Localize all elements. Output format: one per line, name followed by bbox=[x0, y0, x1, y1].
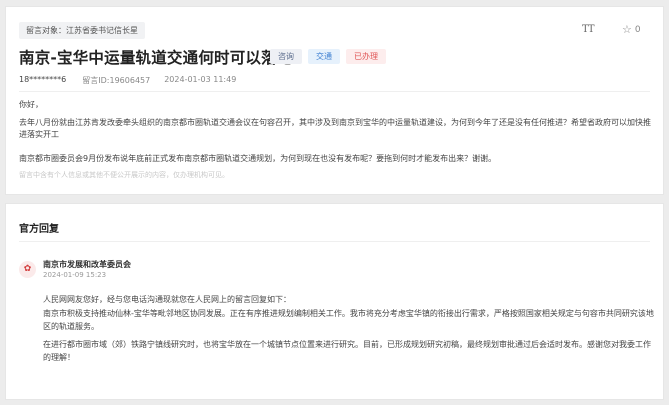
reply-paragraph: 人民网网友您好，经与您电话沟通现就您在人民网上的留言回复如下： bbox=[43, 295, 291, 304]
favorite-count: 0 bbox=[634, 24, 641, 35]
message-title: 南京-宝华中运量轨道交通何时可以落地 bbox=[19, 49, 293, 67]
favorite-button[interactable]: ☆ 0 bbox=[622, 24, 641, 35]
privacy-disclaimer: 留言中含有个人信息或其他不便公开展示的内容，仅办理机构可见。 bbox=[19, 171, 229, 179]
message-greeting: 你好， bbox=[19, 100, 43, 109]
tag-traffic[interactable]: 交通 bbox=[308, 49, 340, 64]
emblem-icon: ✿ bbox=[23, 264, 32, 274]
message-id: 留言ID:19606457 bbox=[82, 76, 151, 85]
reply-card: 官方回复 ✿ 南京市发展和改革委员会 2024-01-09 15:23 人民网网… bbox=[5, 203, 664, 400]
reply-department: 南京市发展和改革委员会 bbox=[43, 260, 131, 269]
tag-status: 已办理 bbox=[346, 49, 386, 64]
message-card: 留言对象：江苏省委书记信长星 TT ☆ 0 南京-宝华中运量轨道交通何时可以落地… bbox=[5, 6, 664, 195]
reply-section-title: 官方回复 bbox=[19, 224, 59, 235]
message-tags: 咨询 交通 已办理 bbox=[270, 49, 386, 64]
message-paragraph: 去年八月份就由江苏肯发改委牵头组织的南京都市圈轨道交通会议在句容召开，其中涉及到… bbox=[19, 118, 651, 139]
tag-consult[interactable]: 咨询 bbox=[270, 49, 302, 64]
font-size-icon[interactable]: TT bbox=[582, 24, 594, 35]
message-paragraph: 南京都市圈委员会9月份发布说年底前正式发布南京都市圈轨道交通规划，为何到现在也没… bbox=[19, 154, 497, 163]
recipient-tag[interactable]: 留言对象：江苏省委书记信长星 bbox=[19, 22, 145, 39]
reply-date: 2024-01-09 15:23 bbox=[43, 271, 107, 279]
message-meta: 18********6 留言ID:19606457 2024-01-03 11:… bbox=[19, 75, 236, 86]
reply-paragraph: 在进行都市圈市域（郊）铁路宁镇线研究时，也将宝华放在一个城镇节点位置来进行研究。… bbox=[43, 340, 651, 362]
divider bbox=[19, 241, 650, 242]
divider bbox=[19, 91, 650, 92]
author: 18********6 bbox=[19, 75, 67, 84]
message-time: 2024-01-03 11:49 bbox=[164, 75, 237, 84]
department-avatar: ✿ bbox=[19, 261, 36, 278]
reply-paragraph: 南京市积极支持推动仙林-宝华等毗邻地区协同发展。正在有序推进规划编制相关工作。我… bbox=[43, 309, 654, 331]
star-icon: ☆ bbox=[622, 23, 632, 36]
